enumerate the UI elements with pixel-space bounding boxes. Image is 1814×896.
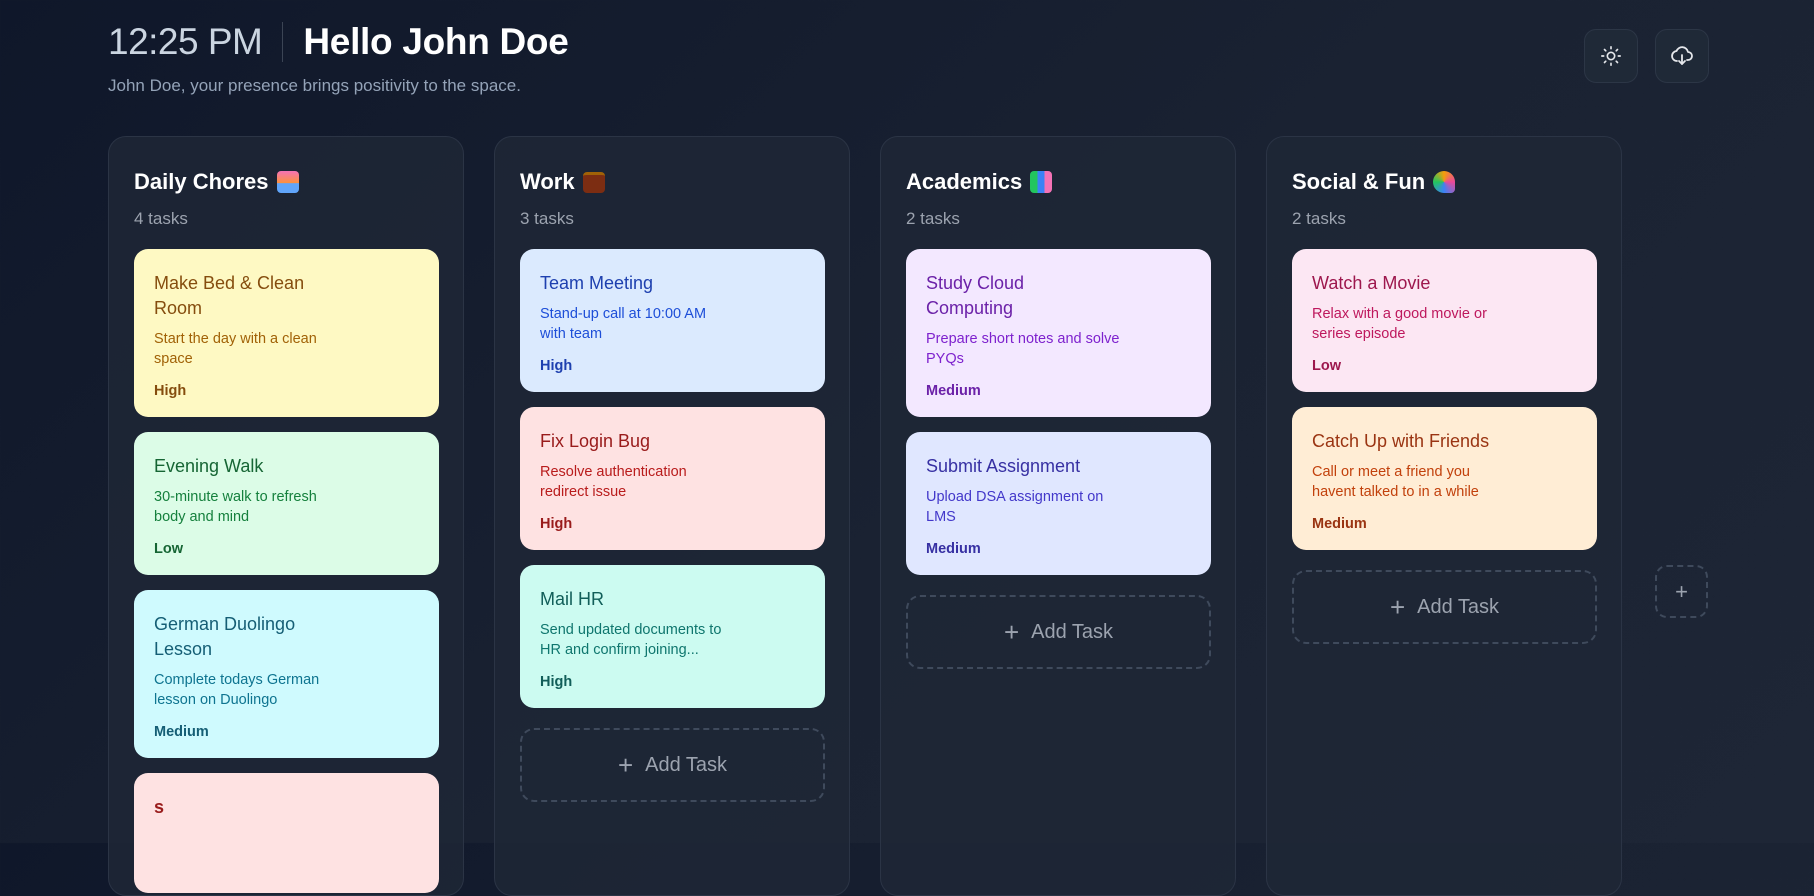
header: 12:25 PM Hello John Doe John Doe, your p… [108, 18, 569, 96]
add-task-label: Add Task [1031, 620, 1114, 643]
task-description: Upload DSA assignment on LMS [926, 489, 1104, 525]
task-priority: High [154, 383, 187, 399]
task-title: s [154, 797, 165, 817]
greeting-subtitle: John Doe, your presence brings positivit… [108, 76, 521, 95]
column-title-text: Work [520, 169, 575, 194]
add-task-button[interactable]: + Add Task [520, 728, 825, 802]
task-description: Prepare short notes and solve PYQs [926, 331, 1120, 367]
column-daily-chores: Daily Chores 4 tasks Make Bed & Clean Ro… [108, 136, 464, 896]
add-column-button[interactable]: + [1655, 565, 1708, 618]
column-title-text: Social & Fun [1292, 169, 1426, 194]
plus-icon: + [1389, 591, 1406, 622]
header-divider [282, 22, 284, 62]
task-card[interactable]: Make Bed & Clean Room Start the day with… [134, 249, 439, 417]
kanban-board: Daily Chores 4 tasks Make Bed & Clean Ro… [108, 136, 1622, 896]
task-title: Team Meeting [540, 273, 654, 293]
party-popper-icon [1433, 171, 1456, 193]
task-card[interactable]: Study Cloud Computing Prepare short note… [906, 249, 1211, 417]
task-description: Resolve authentication redirect issue [540, 464, 687, 500]
column-title: Social & Fun [1292, 167, 1596, 197]
task-title: German Duolingo Lesson [154, 614, 296, 659]
task-priority: High [540, 358, 573, 374]
task-description: Stand-up call at 10:00 AM with team [540, 306, 707, 342]
task-priority: High [540, 674, 573, 690]
task-count: 3 tasks [520, 209, 574, 228]
download-button[interactable] [1655, 29, 1709, 83]
task-title: Evening Walk [154, 456, 264, 476]
task-card[interactable]: Mail HR Send updated documents to HR and… [520, 565, 825, 708]
sunrise-icon [276, 171, 299, 193]
task-description: Send updated documents to HR and confirm… [540, 622, 722, 658]
theme-toggle-button[interactable] [1584, 29, 1638, 83]
task-title: Catch Up with Friends [1312, 431, 1490, 451]
column-work: Work 3 tasks Team Meeting Stand-up call … [494, 136, 850, 896]
column-title: Work [520, 167, 824, 197]
task-priority: Medium [1312, 516, 1367, 532]
task-card[interactable]: Fix Login Bug Resolve authentication red… [520, 407, 825, 550]
column-title-text: Academics [906, 169, 1023, 194]
task-description: 30-minute walk to refresh body and mind [154, 489, 317, 525]
add-task-label: Add Task [645, 753, 728, 776]
greeting-title: Hello John Doe [303, 21, 569, 62]
task-title: Watch a Movie [1312, 273, 1431, 293]
briefcase-icon [582, 171, 605, 193]
task-card[interactable]: Evening Walk 30-minute walk to refresh b… [134, 432, 439, 575]
column-academics: Academics 2 tasks Study Cloud Computing … [880, 136, 1236, 896]
column-social-fun: Social & Fun 2 tasks Watch a Movie Relax… [1266, 136, 1622, 896]
task-card[interactable]: Team Meeting Stand-up call at 10:00 AM w… [520, 249, 825, 392]
clock: 12:25 PM [108, 21, 263, 62]
task-title: Study Cloud Computing [926, 273, 1025, 318]
task-title: Fix Login Bug [540, 431, 651, 451]
top-actions [1584, 29, 1709, 83]
sun-icon [1601, 46, 1621, 66]
task-description: Call or meet a friend you havent talked … [1312, 464, 1479, 500]
task-title: Make Bed & Clean Room [154, 273, 305, 318]
task-priority: High [540, 516, 573, 532]
task-card[interactable]: German Duolingo Lesson Complete todays G… [134, 590, 439, 758]
task-count: 4 tasks [134, 209, 188, 228]
plus-icon: + [1675, 578, 1688, 604]
task-count: 2 tasks [906, 209, 960, 228]
task-priority: Low [154, 541, 183, 557]
task-priority: Low [1312, 358, 1341, 374]
column-title-text: Daily Chores [134, 169, 269, 194]
task-priority: Medium [926, 383, 981, 399]
add-task-button[interactable]: + Add Task [1292, 570, 1597, 644]
task-description: Complete todays German lesson on Duoling… [154, 672, 320, 708]
task-card[interactable]: Watch a Movie Relax with a good movie or… [1292, 249, 1597, 392]
task-priority: Medium [154, 724, 209, 740]
task-title: Mail HR [540, 589, 605, 609]
add-task-button[interactable]: + Add Task [906, 595, 1211, 669]
column-title: Academics [906, 167, 1210, 197]
plus-icon: + [1003, 616, 1020, 647]
task-description: Start the day with a clean space [154, 331, 317, 367]
task-count: 2 tasks [1292, 209, 1346, 228]
task-title: Submit Assignment [926, 456, 1081, 476]
plus-icon: + [617, 749, 634, 780]
column-title: Daily Chores [134, 167, 438, 197]
task-card[interactable]: Catch Up with Friends Call or meet a fri… [1292, 407, 1597, 550]
add-task-label: Add Task [1417, 595, 1500, 618]
cloud-download-icon [1671, 46, 1693, 65]
books-icon [1030, 171, 1053, 193]
task-card[interactable]: s [134, 773, 439, 893]
task-card[interactable]: Submit Assignment Upload DSA assignment … [906, 432, 1211, 575]
task-description: Relax with a good movie or series episod… [1312, 306, 1487, 342]
task-priority: Medium [926, 541, 981, 557]
